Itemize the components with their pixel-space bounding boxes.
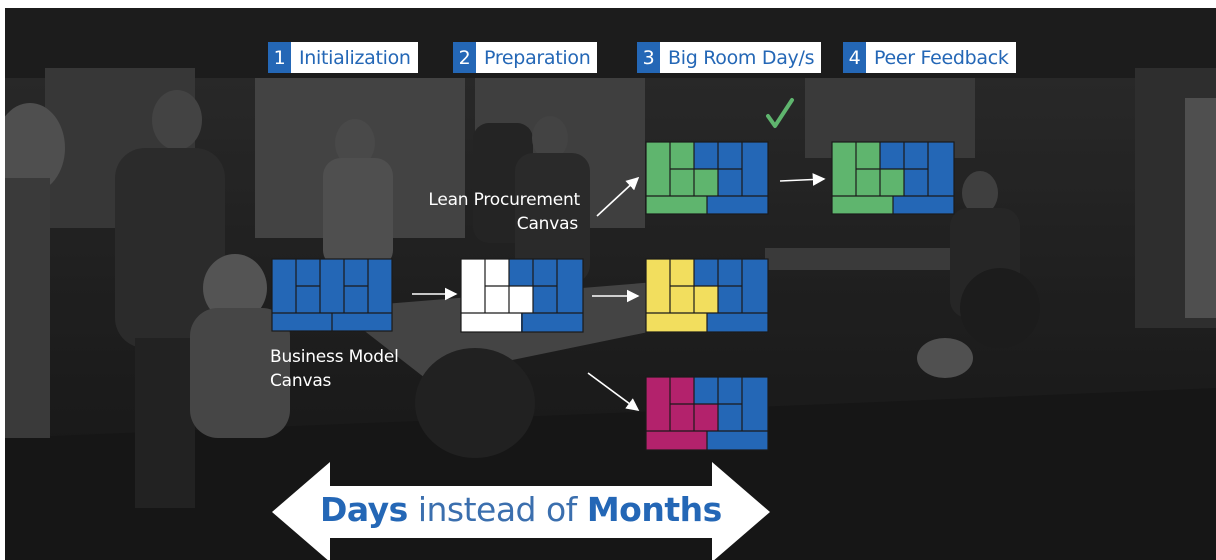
slide: 1 Initialization 2 Preparation 3 Big Roo… [0, 0, 1216, 560]
green-canvas [645, 141, 769, 215]
feedback-canvas [831, 141, 955, 215]
banner-middle: instead of [417, 490, 578, 529]
yellow-canvas [645, 258, 769, 333]
banner-word-months: Months [586, 490, 722, 529]
magenta-canvas [645, 376, 769, 451]
preparation-canvas [460, 258, 584, 333]
checkmark-icon [766, 98, 794, 128]
banner-word-days: Days [320, 490, 408, 529]
caption-line: Business Model [270, 347, 399, 367]
caption-line: Canvas [516, 214, 578, 234]
business-model-canvas [271, 258, 393, 332]
caption-line: Canvas [270, 371, 332, 391]
process-diagram [271, 98, 955, 560]
banner-text: Days instead of Months [320, 490, 722, 529]
lean-procurement-caption: Lean Procurement Canvas [414, 188, 580, 236]
caption-line: Lean Procurement [428, 190, 580, 210]
business-model-caption: Business Model Canvas [270, 345, 399, 393]
